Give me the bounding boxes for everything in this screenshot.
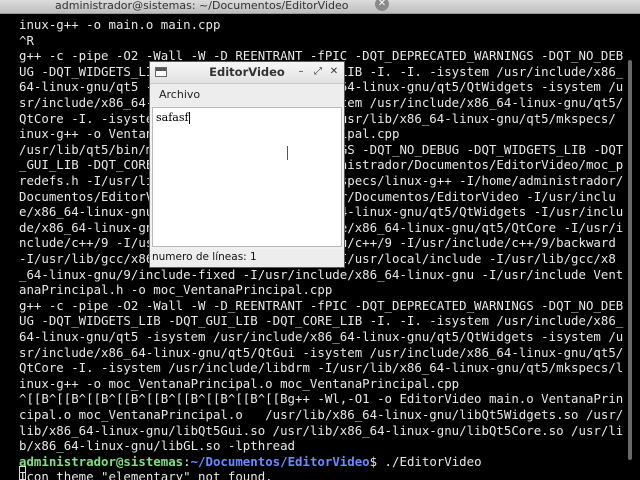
text-editor[interactable]: safasf <box>152 107 342 247</box>
minimize-icon[interactable]: – <box>295 66 307 78</box>
terminal-line: inux-g++ -o moc_VentanaPrincipal.o moc_V… <box>19 375 460 391</box>
terminal-line: g++ -c -pipe -O2 -Wall -W -D_REENTRANT -… <box>19 297 624 313</box>
terminal-title: administrador@sistemas: ~/Documentos/Edi… <box>55 0 349 12</box>
terminal-line: lib/x86_64-linux-gnu/libQt5Gui.so /usr/l… <box>19 422 624 438</box>
terminal-scrollbar-thumb[interactable] <box>628 60 632 460</box>
terminal-last-line: Icon theme "elementary" not found. <box>19 469 273 480</box>
prompt-path: ~/Documentos/EditorVideo <box>190 453 370 469</box>
terminal-line: ^R <box>19 32 34 48</box>
terminal-line: anaPrincipal.h -o moc_VentanaPrincipal.c… <box>19 282 333 298</box>
editor-content: safasf <box>156 111 189 124</box>
terminal-line: sr/include/x86_64-linux-gnu/qt5/QtGui -i… <box>19 344 624 360</box>
prompt-command: $ ./EditorVideo <box>369 453 482 469</box>
terminal-titlebar[interactable]: administrador@sistemas: ~/Documentos/Edi… <box>0 0 640 14</box>
prompt-user: administrador@sistemas <box>19 453 184 469</box>
maximize-icon[interactable]: ⤢ <box>312 66 324 78</box>
terminal-line: inux-g++ -o main.o main.cpp <box>19 17 221 32</box>
menu-archivo[interactable]: Archivo <box>159 88 200 101</box>
line-count-status: numero de líneas: 1 <box>152 251 257 263</box>
status-bar: numero de líneas: 1 <box>150 249 344 267</box>
terminal-line: UG -DQT_WIDGETS_LIB -DQT_GUI_LIB -DQT_CO… <box>19 313 624 329</box>
ibeam-cursor-icon <box>286 146 288 160</box>
menu-bar: Archivo <box>150 84 344 106</box>
prompt-separator: : <box>183 453 191 469</box>
terminal-line: 64-linux-gnu/qt5 -isystem /usr/include/x… <box>19 329 624 344</box>
terminal-prompt-line: administrador@sistemas:~/Documentos/Edit… <box>19 454 482 470</box>
text-cursor <box>189 112 190 124</box>
terminal-line: cipal.o moc_VentanaPrincipal.o /usr/lib/… <box>19 407 624 422</box>
terminal-cursor <box>19 466 26 480</box>
terminal-line: ^[[B^[[B^[[B^[[B^[[B^[[B^[[B^[[B^[[Bg++ … <box>19 391 624 407</box>
terminal-line: b/x86_64-linux-gnu/libGL.so -lpthread <box>19 438 296 454</box>
terminal-line: _64-linux-gnu/9/include-fixed -I/usr/inc… <box>19 266 624 282</box>
terminal-close-icon[interactable]: ✕ <box>375 0 389 11</box>
editor-window[interactable]: EditorVideo – ⤢ ✕ Archivo safasf numero … <box>149 61 345 268</box>
close-icon[interactable]: ✕ <box>328 66 340 78</box>
editor-titlebar[interactable]: EditorVideo – ⤢ ✕ <box>150 62 344 84</box>
terminal-line: QtCore -I. -isystem /usr/include/libdrm … <box>19 360 624 376</box>
